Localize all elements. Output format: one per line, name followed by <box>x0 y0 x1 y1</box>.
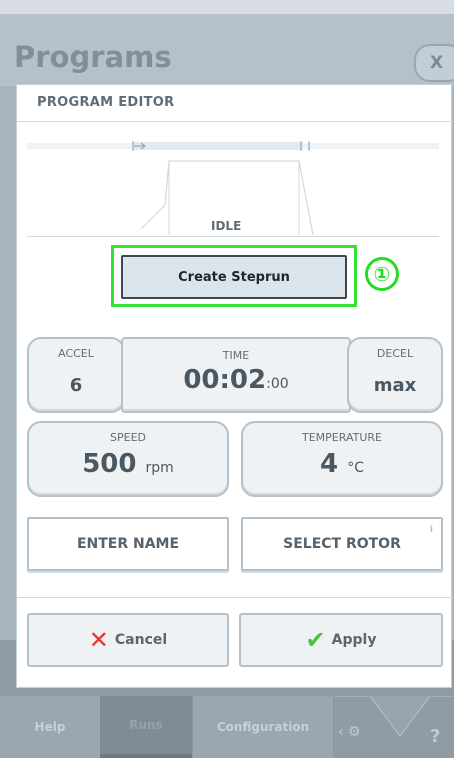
divider <box>17 121 453 122</box>
speed-field[interactable]: SPEED 500 rpm <box>27 421 229 497</box>
tab-configuration[interactable]: Configuration <box>192 696 334 758</box>
accel-field[interactable]: ACCEL 6 <box>27 337 125 413</box>
time-field[interactable]: TIME 00:02:00 <box>121 337 351 413</box>
decel-field[interactable]: DECEL max <box>347 337 443 413</box>
info-icon: i <box>429 525 433 535</box>
dialog-title: PROGRAM EDITOR <box>37 95 175 110</box>
top-bar <box>0 0 454 14</box>
decel-value: max <box>373 375 417 396</box>
speed-label: SPEED <box>110 431 146 444</box>
temperature-number: 4 <box>320 449 339 479</box>
tab-help[interactable]: Help <box>0 696 100 758</box>
help-icon[interactable]: ? <box>430 726 440 747</box>
cancel-button[interactable]: ✕ Cancel <box>27 613 229 667</box>
x-icon: ✕ <box>88 626 109 654</box>
gear-icon[interactable]: ‹ ⚙ <box>338 724 361 740</box>
apply-button[interactable]: ✔ Apply <box>239 613 443 667</box>
tab-runs[interactable]: Runs <box>100 696 192 758</box>
create-steprun-button[interactable]: Create Steprun <box>121 255 347 299</box>
temperature-value: 4 °C <box>243 449 441 479</box>
callout-marker: ① <box>365 257 399 291</box>
program-editor-dialog: PROGRAM EDITOR IDLE Create Steprun ① ACC… <box>16 84 453 688</box>
speed-number: 500 <box>82 449 137 479</box>
status-label: IDLE <box>211 219 242 233</box>
temperature-label: TEMPERATURE <box>302 431 382 444</box>
close-button[interactable]: X <box>414 44 454 82</box>
bottom-nav: Help Runs Configuration ‹ ⚙ ? <box>0 696 454 758</box>
speed-value: 500 rpm <box>29 449 227 479</box>
apply-label: Apply <box>331 632 377 648</box>
speed-unit: rpm <box>145 460 174 476</box>
accel-value: 6 <box>69 375 83 396</box>
checkmark-icon: ✔ <box>305 626 326 654</box>
accel-label: ACCEL <box>58 347 94 360</box>
decel-label: DECEL <box>376 347 414 360</box>
select-rotor-label: SELECT ROTOR <box>283 536 401 552</box>
page-title: Programs <box>14 40 172 74</box>
temperature-field[interactable]: TEMPERATURE 4 °C <box>241 421 443 497</box>
app-window: Programs X Help Runs Configuration ‹ ⚙ ?… <box>0 0 454 758</box>
enter-name-button[interactable]: ENTER NAME <box>27 517 229 571</box>
time-hm: 00:02 <box>183 365 267 395</box>
time-seconds: :00 <box>266 376 289 392</box>
time-value: 00:02:00 <box>123 365 349 395</box>
divider <box>27 236 439 237</box>
time-label: TIME <box>222 349 250 362</box>
programs-header: Programs X <box>0 14 454 86</box>
cancel-label: Cancel <box>114 632 168 648</box>
temperature-unit: °C <box>347 460 364 476</box>
select-rotor-button[interactable]: SELECT ROTOR i <box>241 517 443 571</box>
divider <box>17 597 453 598</box>
